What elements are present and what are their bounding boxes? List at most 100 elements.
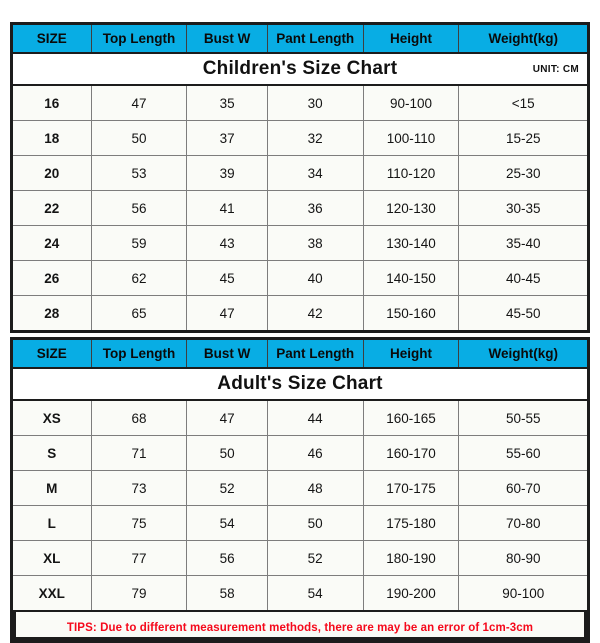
cell-bust-w: 56	[186, 540, 268, 576]
cell-height: 160-170	[363, 435, 460, 471]
tips-text: TIPS: Due to different measurement metho…	[66, 622, 534, 634]
children-col-height: Height	[363, 25, 460, 54]
adult-col-size: SIZE	[13, 340, 92, 369]
children-title-cell: Children's Size Chart UNIT: CM	[13, 53, 587, 86]
cell-bust-w: 52	[186, 470, 268, 506]
cell-top-length: 77	[91, 540, 188, 576]
cell-height: 180-190	[363, 540, 460, 576]
cell-pant-length: 50	[267, 505, 364, 541]
adult-col-weight: Weight(kg)	[458, 340, 587, 369]
cell-pant-length: 32	[267, 120, 364, 156]
tips-banner: TIPS: Due to different measurement metho…	[13, 610, 587, 640]
cell-pant-length: 48	[267, 470, 364, 506]
cell-weight: 70-80	[458, 505, 587, 541]
cell-height: 140-150	[363, 260, 460, 296]
children-header-row: SIZE Top Length Bust W Pant Length Heigh…	[13, 25, 587, 54]
cell-size: 20	[13, 155, 92, 191]
cell-size: XL	[13, 540, 92, 576]
table-row: M 73 52 48 170-175 60-70	[13, 470, 587, 506]
cell-size: XXL	[13, 575, 92, 610]
cell-top-length: 50	[91, 120, 188, 156]
table-row: XXL 79 58 54 190-200 90-100	[13, 575, 587, 610]
cell-pant-length: 52	[267, 540, 364, 576]
size-chart-page: Children's Size Chart UNIT: CM SIZE Top …	[0, 0, 600, 643]
cell-bust-w: 35	[186, 85, 268, 121]
cell-height: 120-130	[363, 190, 460, 226]
cell-weight: 90-100	[458, 575, 587, 610]
children-col-weight: Weight(kg)	[458, 25, 587, 54]
children-col-size: SIZE	[13, 25, 92, 54]
adult-col-bust-w: Bust W	[186, 340, 268, 369]
cell-size: 16	[13, 85, 92, 121]
cell-height: 150-160	[363, 295, 460, 330]
cell-height: 175-180	[363, 505, 460, 541]
cell-pant-length: 42	[267, 295, 364, 330]
adult-size-chart: Adult's Size Chart SIZE Top Length Bust …	[10, 337, 590, 643]
cell-height: 100-110	[363, 120, 460, 156]
adult-title-row: Adult's Size Chart	[13, 368, 587, 401]
cell-weight: 30-35	[458, 190, 587, 226]
cell-size: L	[13, 505, 92, 541]
cell-height: 110-120	[363, 155, 460, 191]
cell-top-length: 79	[91, 575, 188, 610]
cell-weight: 25-30	[458, 155, 587, 191]
children-title-row: Children's Size Chart UNIT: CM	[13, 53, 587, 86]
children-chart-title: Children's Size Chart	[202, 58, 398, 79]
cell-size: 18	[13, 120, 92, 156]
cell-top-length: 75	[91, 505, 188, 541]
children-col-top-length: Top Length	[91, 25, 188, 54]
table-row: XS 68 47 44 160-165 50-55	[13, 400, 587, 436]
cell-height: 160-165	[363, 400, 460, 436]
cell-pant-length: 44	[267, 400, 364, 436]
cell-top-length: 65	[91, 295, 188, 330]
cell-bust-w: 43	[186, 225, 268, 261]
cell-pant-length: 36	[267, 190, 364, 226]
adult-size-table: Adult's Size Chart SIZE Top Length Bust …	[13, 340, 587, 610]
cell-weight: <15	[458, 85, 587, 121]
cell-top-length: 62	[91, 260, 188, 296]
cell-size: XS	[13, 400, 92, 436]
cell-weight: 80-90	[458, 540, 587, 576]
cell-bust-w: 58	[186, 575, 268, 610]
cell-size: 28	[13, 295, 92, 330]
cell-height: 170-175	[363, 470, 460, 506]
cell-bust-w: 50	[186, 435, 268, 471]
cell-size: M	[13, 470, 92, 506]
cell-weight: 50-55	[458, 400, 587, 436]
cell-height: 130-140	[363, 225, 460, 261]
cell-pant-length: 54	[267, 575, 364, 610]
children-unit-label: UNIT: CM	[532, 64, 579, 75]
cell-pant-length: 38	[267, 225, 364, 261]
cell-pant-length: 46	[267, 435, 364, 471]
cell-top-length: 59	[91, 225, 188, 261]
children-size-chart: Children's Size Chart UNIT: CM SIZE Top …	[10, 22, 590, 333]
cell-weight: 55-60	[458, 435, 587, 471]
adult-col-pant-length: Pant Length	[267, 340, 364, 369]
cell-top-length: 73	[91, 470, 188, 506]
adult-table-body: XS 68 47 44 160-165 50-55 S 71 50 46 160…	[13, 400, 587, 610]
cell-height: 190-200	[363, 575, 460, 610]
adult-header-row: SIZE Top Length Bust W Pant Length Heigh…	[13, 340, 587, 369]
cell-height: 90-100	[363, 85, 460, 121]
cell-weight: 45-50	[458, 295, 587, 330]
cell-bust-w: 45	[186, 260, 268, 296]
cell-weight: 35-40	[458, 225, 587, 261]
cell-bust-w: 47	[186, 295, 268, 330]
cell-weight: 15-25	[458, 120, 587, 156]
children-table-body: 16 47 35 30 90-100 <15 18 50 37 32 100-1…	[13, 85, 587, 330]
table-row: L 75 54 50 175-180 70-80	[13, 505, 587, 541]
table-row: 16 47 35 30 90-100 <15	[13, 85, 587, 121]
cell-pant-length: 30	[267, 85, 364, 121]
adult-title-cell: Adult's Size Chart	[13, 368, 587, 401]
table-row: S 71 50 46 160-170 55-60	[13, 435, 587, 471]
cell-weight: 40-45	[458, 260, 587, 296]
children-col-pant-length: Pant Length	[267, 25, 364, 54]
table-row: 26 62 45 40 140-150 40-45	[13, 260, 587, 296]
cell-top-length: 47	[91, 85, 188, 121]
cell-size: S	[13, 435, 92, 471]
cell-bust-w: 47	[186, 400, 268, 436]
cell-weight: 60-70	[458, 470, 587, 506]
adult-chart-title: Adult's Size Chart	[217, 373, 383, 394]
adult-col-top-length: Top Length	[91, 340, 188, 369]
children-size-table: Children's Size Chart UNIT: CM SIZE Top …	[13, 25, 587, 330]
